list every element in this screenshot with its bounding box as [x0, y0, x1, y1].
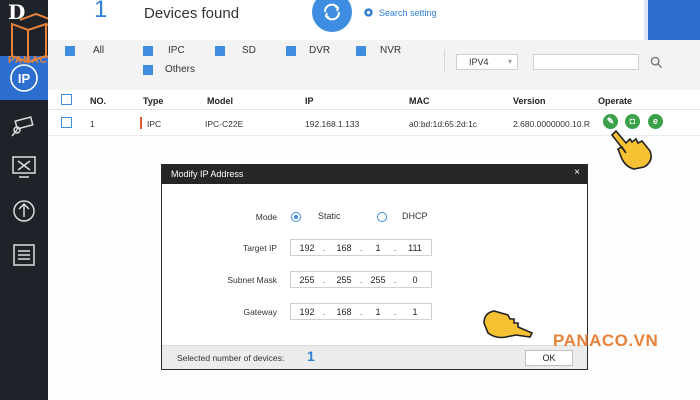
ok-button[interactable]: OK [525, 350, 573, 366]
ip-config-tool-window: D IP PANACO 1 Devices found Search setti… [0, 0, 700, 400]
target-ip-octet-2: 168 [336, 243, 352, 253]
sidebar-item-tools[interactable] [6, 152, 42, 182]
table-row[interactable] [48, 112, 700, 136]
filter-sd-label: SD [242, 45, 256, 56]
gateway-octet-4: 1 [412, 307, 418, 317]
gear-icon [364, 8, 373, 17]
mode-dhcp-radio[interactable] [377, 212, 387, 222]
search-setting-label: Search setting [379, 7, 437, 18]
dialog-title: Modify IP Address [171, 169, 244, 179]
close-icon[interactable]: × [574, 167, 580, 178]
select-all-checkbox[interactable] [61, 94, 72, 105]
col-type: Type [143, 96, 164, 106]
device-count: 1 [94, 0, 108, 23]
subnet-octet-3: 255 [370, 275, 386, 285]
ip-dot: . [394, 275, 397, 285]
upgrade-icon [13, 200, 35, 222]
target-ip-label: Target IP [242, 243, 277, 253]
row-model: IPC-C22E [205, 119, 244, 129]
row-checkbox[interactable] [61, 117, 72, 128]
gateway-octet-1: 192 [299, 307, 315, 317]
ip-version-value: IPV4 [469, 57, 489, 67]
sidebar-item-upgrade[interactable] [6, 196, 42, 226]
ip-dot: . [360, 307, 363, 317]
subnet-octet-2: 255 [336, 275, 352, 285]
mode-static-radio[interactable] [291, 212, 301, 222]
ip-dot: . [394, 243, 397, 253]
filter-divider [444, 50, 445, 72]
sidebar-item-camera[interactable] [6, 110, 42, 140]
dialog-footer: Selected number of devices: 1 OK [162, 345, 587, 369]
col-model: Model [207, 96, 233, 106]
row-no: 1 [90, 119, 95, 129]
col-version: Version [513, 96, 546, 106]
row-mac: a0:bd:1d:65:2d:1c [409, 119, 478, 129]
gateway-label: Gateway [243, 307, 277, 317]
camera-icon [11, 116, 34, 137]
filter-nvr-checkbox[interactable] [356, 46, 366, 56]
target-ip-field[interactable]: 192 . 168 . 1 . 111 [290, 239, 432, 256]
mode-static-label: Static [318, 211, 341, 221]
filter-others-label: Others [165, 64, 196, 75]
dialog-title-bar: Modify IP Address [162, 165, 587, 184]
gateway-octet-3: 1 [375, 307, 381, 317]
filter-dvr-label: DVR [309, 45, 331, 56]
filter-others-checkbox[interactable] [143, 65, 153, 75]
sidebar-item-list[interactable] [6, 240, 42, 270]
selected-devices-label: Selected number of devices: [177, 353, 285, 363]
filter-nvr-label: NVR [380, 45, 402, 56]
tools-icon [12, 156, 36, 178]
ip-dot: . [323, 275, 326, 285]
target-ip-octet-1: 192 [299, 243, 315, 253]
row-version: 2.680.0000000.10.R [513, 119, 591, 129]
ip-version-select[interactable]: IPV4 ▾ [456, 54, 518, 70]
mode-dhcp-label: DHCP [402, 211, 428, 221]
target-ip-octet-4: 111 [408, 243, 422, 253]
ip-dot: . [323, 307, 326, 317]
list-icon [13, 244, 35, 266]
row-type: IPC [147, 119, 162, 129]
ip-dot: . [394, 307, 397, 317]
subnet-octet-4: 0 [412, 275, 418, 285]
svg-text:IP: IP [18, 71, 31, 86]
subnet-octet-1: 255 [299, 275, 315, 285]
row-ip: 192.168.1.133 [305, 119, 360, 129]
type-indicator [140, 117, 142, 129]
target-ip-octet-3: 1 [375, 243, 381, 253]
search-icon[interactable] [650, 56, 663, 69]
filter-all-checkbox[interactable] [65, 46, 75, 56]
refresh-icon [324, 3, 340, 21]
gateway-field[interactable]: 192 . 168 . 1 . 1 [290, 303, 432, 320]
col-mac: MAC [409, 96, 430, 106]
subnet-mask-field[interactable]: 255 . 255 . 255 . 0 [290, 271, 432, 288]
chevron-down-icon: ▾ [507, 57, 512, 66]
top-right-panel [644, 0, 700, 40]
filter-ipc-label: IPC [168, 45, 185, 56]
col-ip: IP [305, 96, 314, 106]
search-input[interactable] [533, 54, 639, 70]
ip-dot: . [323, 243, 326, 253]
gateway-octet-2: 168 [336, 307, 352, 317]
pointing-hand-icon [610, 129, 652, 170]
panaco-watermark: PANACO.VN [553, 331, 659, 350]
col-operate: Operate [598, 96, 633, 106]
selected-devices-count: 1 [307, 348, 315, 364]
filter-sd-checkbox[interactable] [215, 46, 225, 56]
filter-dvr-checkbox[interactable] [286, 46, 296, 56]
search-setting-link[interactable]: Search setting [362, 6, 437, 19]
col-no: NO. [90, 96, 107, 106]
ip-dot: . [360, 243, 363, 253]
mode-label: Mode [255, 212, 277, 222]
filter-ipc-checkbox[interactable] [143, 46, 153, 56]
devices-found-label: Devices found [144, 5, 240, 22]
subnet-mask-label: Subnet Mask [227, 275, 277, 285]
pointing-hand-icon [483, 310, 534, 339]
filter-all-label: All [93, 45, 105, 56]
ip-dot: . [360, 275, 363, 285]
